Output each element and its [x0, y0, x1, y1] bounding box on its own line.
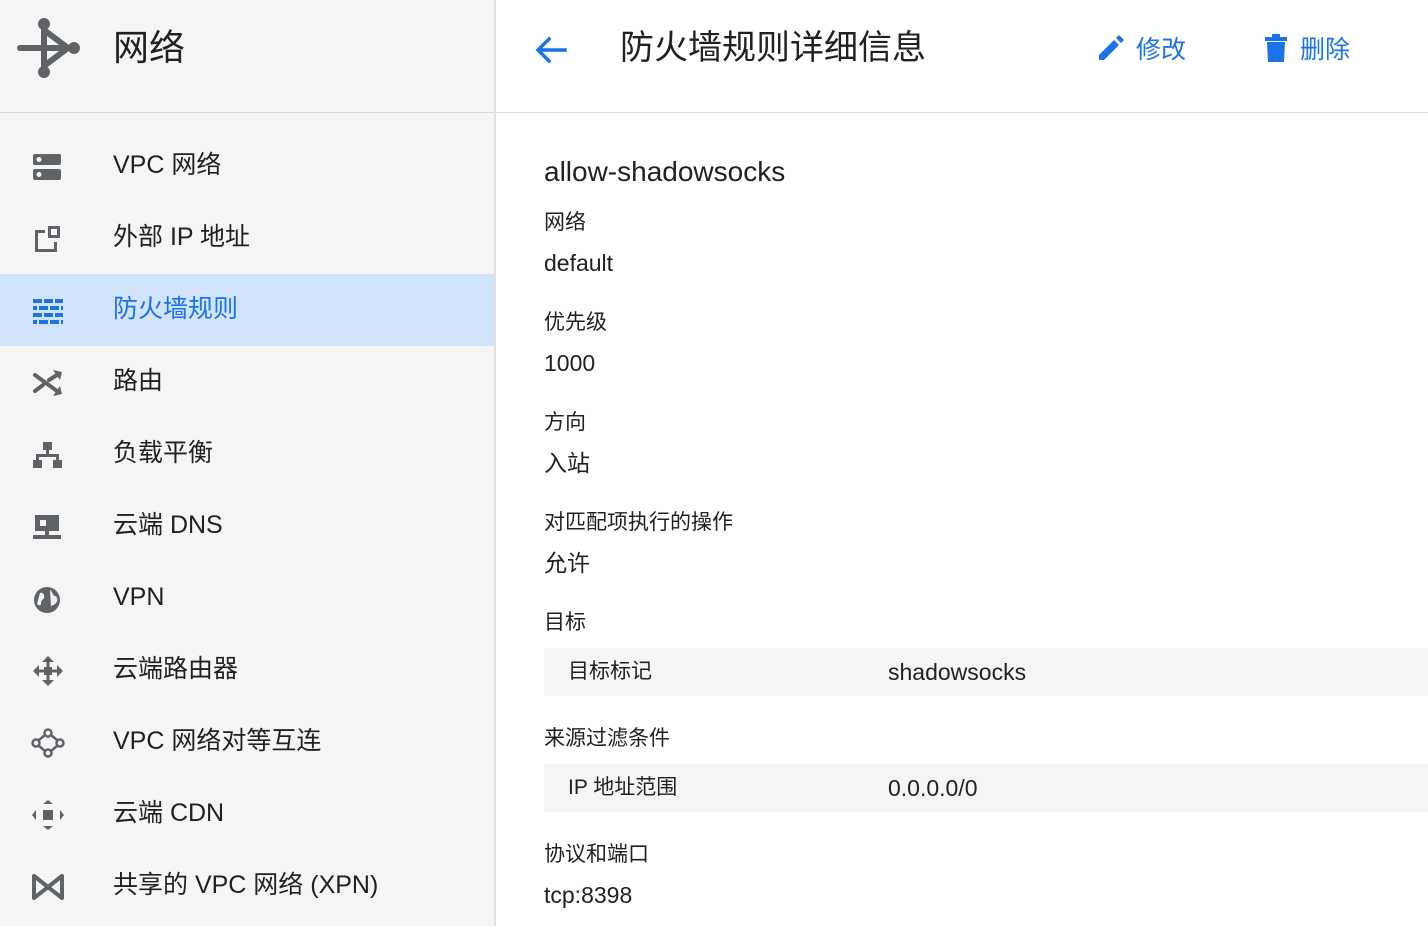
edit-button-label: 修改: [1136, 36, 1187, 64]
sidebar-item-label: 云端路由器: [113, 655, 239, 683]
page-title: 防火墙规则详细信息: [620, 29, 926, 67]
sidebar-item-routes[interactable]: 路由: [0, 346, 494, 418]
targets-label: 目标: [544, 611, 586, 634]
vpc-peering-icon: [31, 728, 65, 758]
targets-row: 目标标记 shadowsocks: [544, 648, 1428, 696]
source-filter-row: IP 地址范围 0.0.0.0/0: [544, 764, 1428, 812]
vpn-icon: [34, 587, 60, 613]
direction-value: 入站: [544, 450, 590, 476]
edit-button[interactable]: 修改: [1096, 28, 1186, 68]
sidebar-header: 网络: [0, 0, 494, 113]
sidebar-item-shared-vpc[interactable]: 共享的 VPC 网络 (XPN): [0, 850, 494, 922]
protocols-label: 协议和端口: [544, 843, 649, 866]
source-filter-key: IP 地址范围: [568, 776, 678, 799]
cloud-dns-icon: [33, 515, 61, 539]
trash-icon: [1265, 34, 1287, 62]
action-value: 允许: [544, 550, 590, 576]
sidebar-item-cloud-router[interactable]: 云端路由器: [0, 634, 494, 706]
targets-key: 目标标记: [568, 660, 652, 683]
network-label: 网络: [544, 211, 586, 234]
firewall-icon: [33, 299, 63, 324]
sidebar-item-cloud-dns[interactable]: 云端 DNS: [0, 490, 494, 562]
source-filter-label: 来源过滤条件: [544, 727, 670, 750]
shared-vpc-icon: [32, 874, 64, 900]
sidebar-item-label: 云端 DNS: [113, 511, 223, 539]
networking-logo-icon: [17, 18, 80, 78]
external-ip-icon: [35, 226, 60, 252]
sidebar-item-label: 共享的 VPC 网络 (XPN): [113, 871, 379, 899]
network-value: default: [544, 250, 614, 276]
details-header: 防火墙规则详细信息 修改 删除: [496, 0, 1428, 113]
pencil-icon: [1099, 35, 1124, 60]
sidebar-item-label: VPC 网络: [113, 151, 222, 179]
direction-label: 方向: [544, 411, 586, 434]
protocols-value: tcp:8398: [544, 882, 633, 908]
delete-button[interactable]: 删除: [1262, 28, 1350, 68]
sidebar-item-label: VPN: [113, 583, 165, 611]
load-balancing-icon: [33, 442, 62, 468]
targets-value: shadowsocks: [888, 659, 1027, 685]
priority-label: 优先级: [544, 311, 607, 334]
sidebar-item-vpc-network[interactable]: VPC 网络: [0, 130, 494, 202]
sidebar-divider: [494, 0, 496, 926]
source-filter-value: 0.0.0.0/0: [888, 775, 978, 801]
routes-icon: [33, 370, 62, 396]
sidebar-item-label: 防火墙规则: [113, 295, 239, 323]
sidebar-title: 网络: [113, 27, 186, 68]
sidebar-item-label: 负载平衡: [113, 439, 214, 467]
sidebar-item-firewall[interactable]: 防火墙规则: [0, 274, 494, 346]
delete-button-label: 删除: [1300, 36, 1351, 64]
sidebar: 网络 VPC 网络 外部 IP 地址 防火墙规则 路由 负载平衡 云端 DNS …: [0, 0, 494, 926]
vpc-network-icon: [33, 154, 61, 180]
cloud-router-icon: [33, 656, 63, 686]
sidebar-item-label: 外部 IP 地址: [113, 223, 251, 251]
rule-name: allow-shadowsocks: [544, 156, 786, 187]
priority-value: 1000: [544, 350, 596, 376]
action-label: 对匹配项执行的操作: [544, 511, 733, 534]
sidebar-item-label: VPC 网络对等互连: [113, 727, 322, 755]
sidebar-item-vpc-peering[interactable]: VPC 网络对等互连: [0, 706, 494, 778]
back-arrow-icon[interactable]: [532, 32, 568, 68]
sidebar-item-cloud-cdn[interactable]: 云端 CDN: [0, 778, 494, 850]
sidebar-item-label: 云端 CDN: [113, 799, 225, 827]
sidebar-item-external-ip[interactable]: 外部 IP 地址: [0, 202, 494, 274]
sidebar-item-load-balancing[interactable]: 负载平衡: [0, 418, 494, 490]
sidebar-item-vpn[interactable]: VPN: [0, 562, 494, 634]
cloud-cdn-icon: [32, 800, 64, 830]
sidebar-item-label: 路由: [113, 367, 164, 395]
